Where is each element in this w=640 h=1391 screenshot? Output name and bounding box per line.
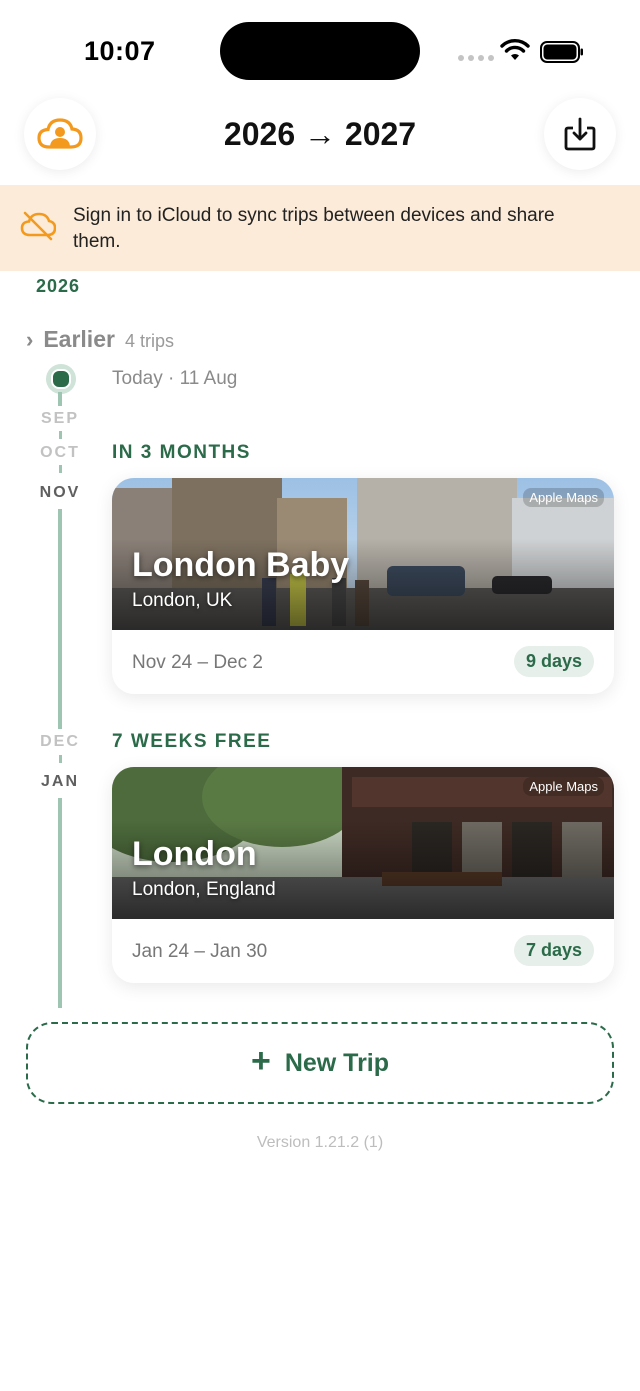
year-label: 2026: [36, 276, 81, 296]
trip-photo: Apple Maps London Baby London, UK: [112, 478, 614, 630]
month-label: DEC: [40, 733, 80, 750]
today-marker: [46, 364, 76, 394]
status-bar: 10:07: [0, 0, 640, 100]
export-button[interactable]: [544, 98, 616, 170]
apple-maps-badge: Apple Maps: [523, 777, 604, 796]
plus-icon: +: [250, 1042, 271, 1080]
timeline-line: [58, 509, 62, 729]
earlier-label: Earlier: [43, 326, 115, 352]
timeline-line: [58, 392, 62, 406]
trip-place: London, England: [132, 879, 276, 900]
status-time: 10:07: [84, 36, 156, 66]
section-heading: IN 3 MONTHS: [112, 442, 251, 463]
trip-name: London Baby: [132, 546, 350, 584]
month-label: JAN: [40, 773, 79, 790]
timeline-line: [58, 798, 62, 1008]
trip-duration-badge: 9 days: [513, 646, 594, 677]
trip-photo: Apple Maps London London, England: [112, 767, 614, 919]
section-heading: 7 WEEKS FREE: [112, 731, 272, 752]
month-label: NOV: [39, 484, 81, 501]
trip-dates: Nov 24 – Dec 2: [132, 652, 263, 673]
earlier-trips-toggle[interactable]: › Earlier 4 trips: [26, 326, 174, 353]
battery-icon: [540, 41, 583, 63]
month-label: SEP: [40, 410, 79, 427]
dynamic-island: [220, 22, 420, 80]
trip-card[interactable]: Apple Maps London London, England Jan 24…: [112, 767, 614, 983]
month-label: OCT: [40, 444, 80, 461]
new-trip-button[interactable]: + New Trip: [26, 1022, 614, 1104]
earlier-count: 4 trips: [124, 331, 174, 351]
trip-card[interactable]: Apple Maps London Baby London, UK Nov 24…: [112, 478, 614, 694]
wifi-icon: [500, 39, 530, 60]
trip-dates: Jan 24 – Jan 30: [132, 941, 268, 962]
chevron-right-icon: ›: [26, 327, 34, 352]
new-trip-label: New Trip: [284, 1048, 390, 1077]
trip-place: London, UK: [132, 590, 233, 611]
tray-download-icon: [564, 117, 596, 151]
banner-message: Sign in to iCloud to sync trips between …: [73, 205, 555, 252]
cellular-signal-icon: [458, 55, 494, 61]
icloud-banner[interactable]: Sign in to iCloud to sync trips between …: [0, 185, 640, 271]
timeline-tick: [59, 755, 62, 763]
today-label: Today · 11 Aug: [112, 368, 238, 389]
trip-duration-badge: 7 days: [513, 935, 594, 966]
version-label: Version 1.21.2 (1): [256, 1134, 384, 1151]
cloud-slash-icon: [20, 211, 56, 241]
timeline-tick: [59, 465, 62, 473]
trip-name: London: [132, 835, 257, 873]
timeline-tick: [59, 431, 62, 439]
nav-header: 2026 → 2027: [0, 96, 640, 176]
apple-maps-badge: Apple Maps: [523, 488, 604, 507]
